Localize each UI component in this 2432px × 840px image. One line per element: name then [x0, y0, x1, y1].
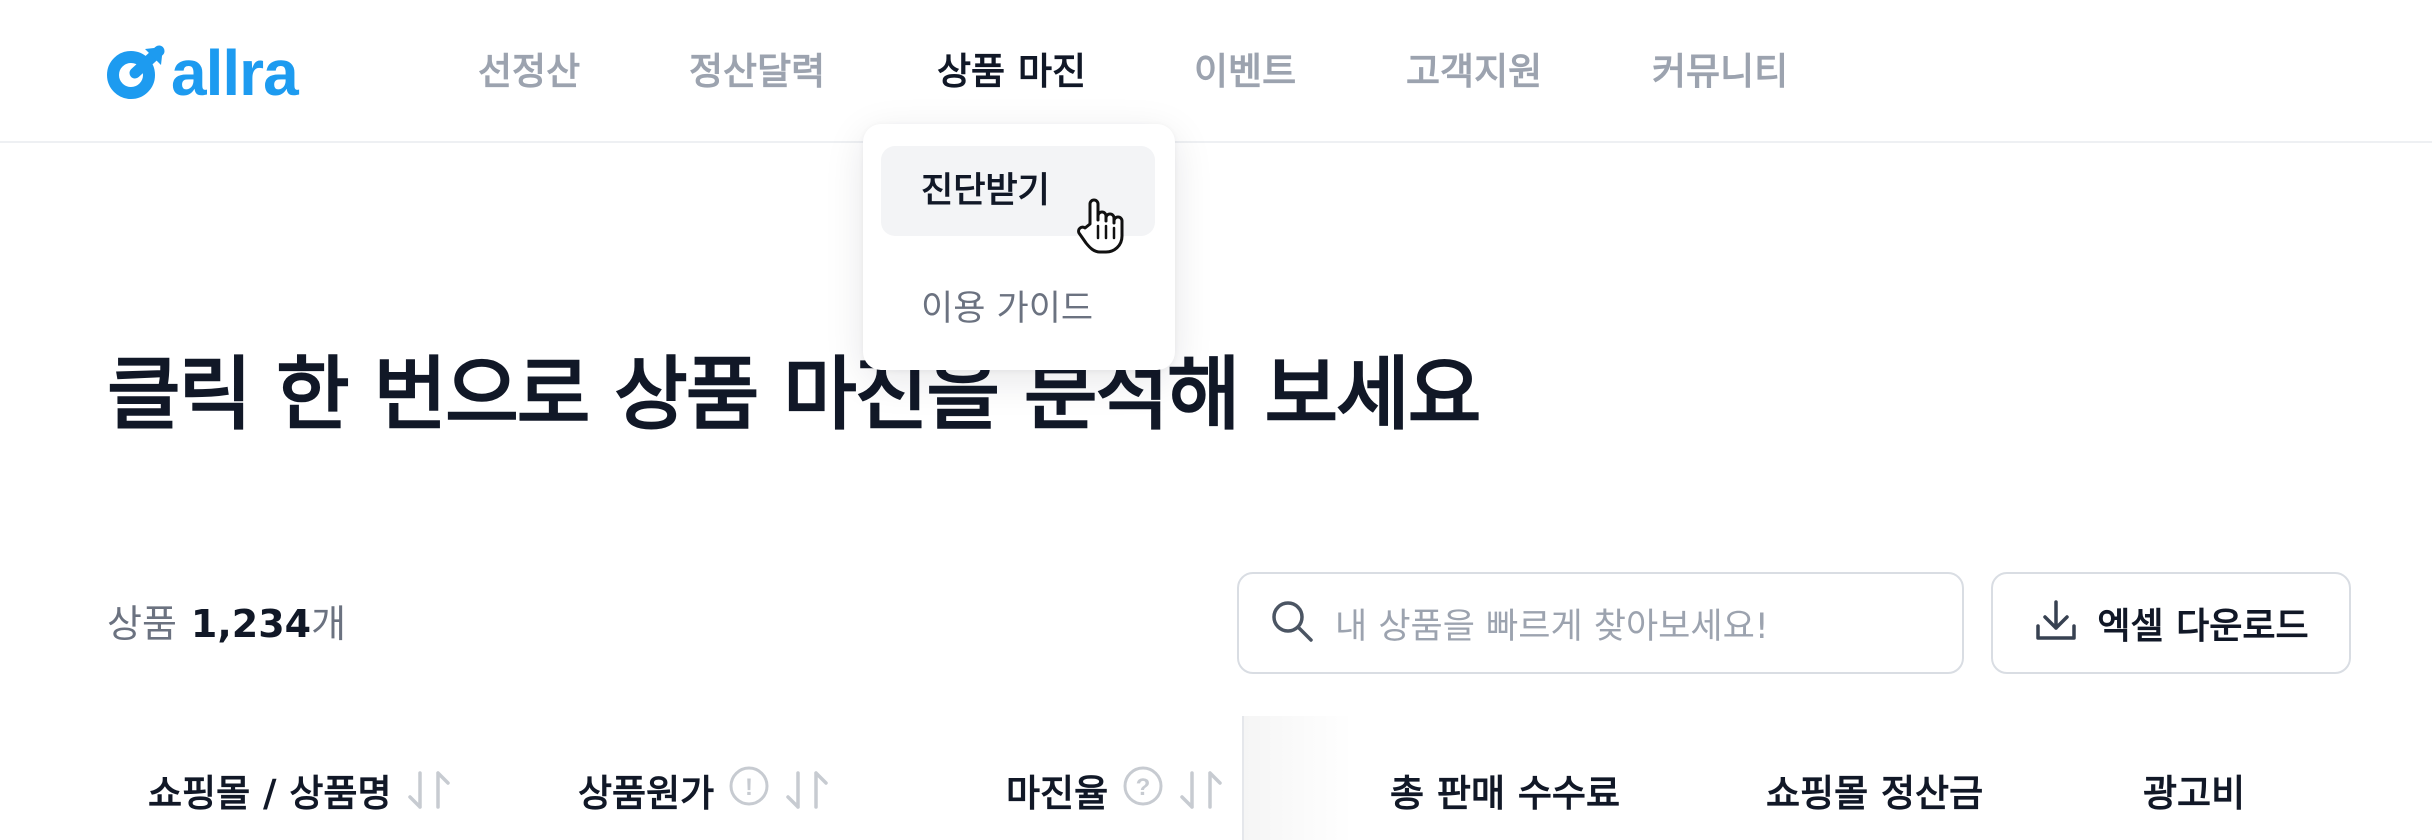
- brand-logo[interactable]: allra: [105, 37, 299, 109]
- column-header-store-product[interactable]: 쇼핑몰 / 상품명: [148, 760, 452, 820]
- info-circle-icon[interactable]: !: [728, 765, 770, 816]
- page-title: 클릭 한 번으로 상품 마진을 분석해 보세요: [107, 348, 1481, 441]
- column-header-store-settlement: 쇼핑몰 정산금: [1766, 760, 1983, 820]
- nav-item-pre-settlement[interactable]: 선정산: [478, 44, 580, 100]
- product-count-label: 상품: [107, 602, 177, 646]
- sort-arrows-icon[interactable]: [1178, 769, 1224, 811]
- info-circle-icon[interactable]: ?: [1122, 765, 1164, 816]
- scroll-shadow: [1244, 716, 1354, 840]
- nav-item-community[interactable]: 커뮤니티: [1652, 44, 1788, 100]
- nav-item-product-margin[interactable]: 상품 마진: [937, 44, 1086, 100]
- column-label: 광고비: [2143, 772, 2246, 815]
- svg-text:?: ?: [1136, 774, 1151, 801]
- nav-item-settlement-calendar[interactable]: 정산달력: [689, 44, 825, 100]
- column-label: 마진율: [1006, 772, 1109, 815]
- column-header-total-fees: 총 판매 수수료: [1390, 760, 1620, 820]
- dropdown-item-user-guide[interactable]: 이용 가이드: [881, 264, 1155, 354]
- product-search-input[interactable]: 내 상품을 빠르게 찾아보세요!: [1237, 572, 1964, 674]
- product-count-unit: 개: [311, 602, 347, 646]
- search-placeholder: 내 상품을 빠르게 찾아보세요!: [1335, 606, 1769, 647]
- column-header-margin-rate[interactable]: 마진율 ?: [1006, 760, 1224, 820]
- download-icon: [2033, 598, 2079, 648]
- product-count-value: 1,234: [190, 602, 312, 646]
- svg-text:!: !: [745, 774, 753, 801]
- column-label: 상품원가: [578, 772, 715, 815]
- column-label: 총 판매 수수료: [1390, 772, 1621, 815]
- sort-arrows-icon[interactable]: [406, 769, 452, 811]
- column-label: 쇼핑몰 정산금: [1766, 772, 1984, 815]
- allra-logo-icon: [105, 45, 167, 101]
- hand-pointer-icon: [1076, 198, 1126, 258]
- product-margin-dropdown: 진단받기 이용 가이드: [863, 124, 1175, 370]
- search-icon: [1269, 598, 1315, 648]
- nav-item-events[interactable]: 이벤트: [1194, 44, 1296, 100]
- product-count: 상품 1,234개: [107, 596, 346, 652]
- column-label: 쇼핑몰 / 상품명: [148, 772, 392, 815]
- excel-download-label: 엑셀 다운로드: [2097, 606, 2309, 647]
- sort-arrows-icon[interactable]: [784, 769, 830, 811]
- column-header-ad-cost: 광고비: [2143, 760, 2245, 820]
- nav-item-customer-support[interactable]: 고객지원: [1406, 44, 1542, 100]
- top-header: allra 선정산 정산달력 상품 마진 이벤트 고객지원 커뮤니티: [0, 0, 2432, 143]
- column-header-cost[interactable]: 상품원가 !: [578, 760, 830, 820]
- excel-download-button[interactable]: 엑셀 다운로드: [1991, 572, 2351, 674]
- brand-name: allra: [171, 37, 299, 109]
